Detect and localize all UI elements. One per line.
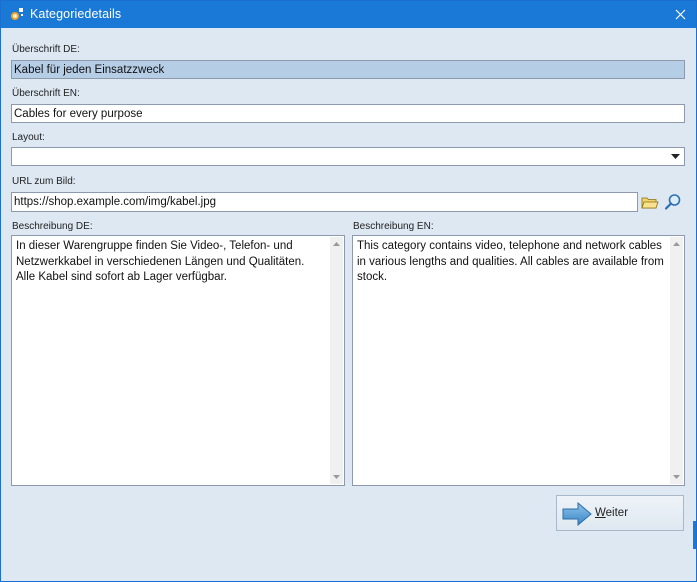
window-edge-highlight: [693, 521, 696, 549]
layout-label: Layout:: [12, 132, 45, 143]
description-de-text: In dieser Warengruppe finden Sie Video-,…: [16, 240, 305, 283]
window-title: Kategoriedetails: [30, 7, 122, 21]
next-button-label: Weiter: [595, 507, 629, 519]
description-de-scrollbar[interactable]: [330, 237, 343, 484]
magnifier-icon[interactable]: [663, 192, 683, 212]
image-url-label: URL zum Bild:: [12, 176, 76, 187]
title-bar[interactable]: Kategoriedetails: [1, 1, 696, 28]
close-button[interactable]: [664, 1, 696, 28]
folder-icon[interactable]: [640, 192, 660, 212]
app-icon: [9, 6, 25, 22]
description-en-textarea[interactable]: This category contains video, telephone …: [352, 235, 685, 486]
scroll-down-icon[interactable]: [330, 470, 343, 484]
heading-en-label: Überschrift EN:: [12, 88, 80, 99]
description-en-text: This category contains video, telephone …: [357, 240, 664, 283]
heading-de-label: Überschrift DE:: [12, 44, 80, 55]
chevron-down-icon[interactable]: [668, 149, 682, 164]
next-button[interactable]: Weiter: [556, 495, 684, 531]
heading-de-input[interactable]: Kabel für jeden Einsatzzweck: [11, 60, 685, 79]
heading-en-input[interactable]: Cables for every purpose: [11, 104, 685, 123]
description-en-scrollbar[interactable]: [670, 237, 683, 484]
arrow-right-icon: [562, 501, 592, 531]
dialog-window: Kategoriedetails Überschrift DE: Kabel f…: [0, 0, 697, 582]
scroll-down-icon[interactable]: [670, 470, 683, 484]
scroll-up-icon[interactable]: [330, 237, 343, 251]
scroll-up-icon[interactable]: [670, 237, 683, 251]
layout-select[interactable]: [11, 147, 685, 166]
description-de-textarea[interactable]: In dieser Warengruppe finden Sie Video-,…: [11, 235, 345, 486]
image-url-input[interactable]: https://shop.example.com/img/kabel.jpg: [11, 192, 638, 212]
close-icon: [675, 9, 685, 20]
description-en-label: Beschreibung EN:: [353, 221, 434, 232]
description-de-label: Beschreibung DE:: [12, 221, 93, 232]
